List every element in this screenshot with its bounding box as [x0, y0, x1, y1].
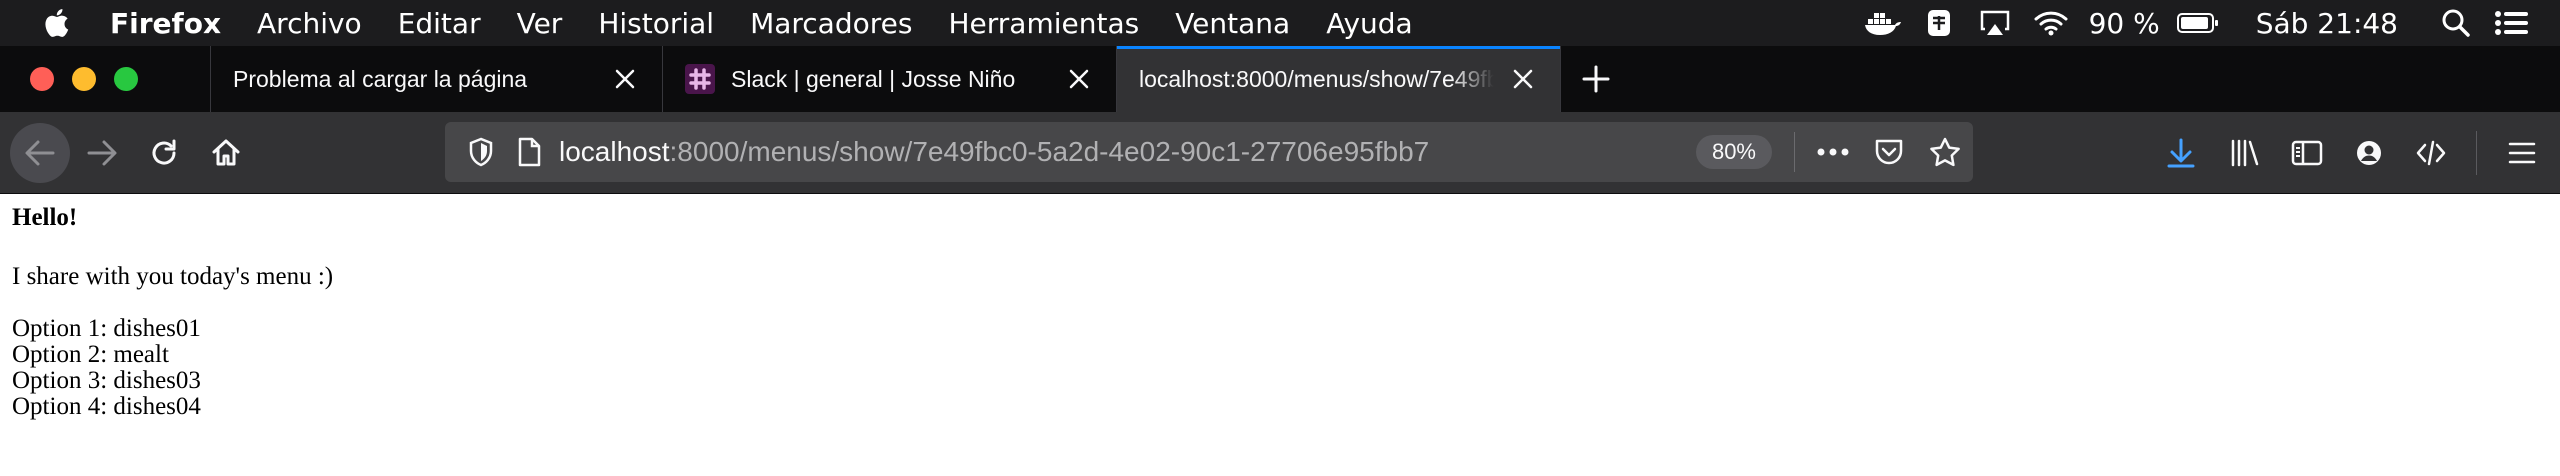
new-tab-button[interactable]	[1560, 46, 1630, 112]
close-tab-icon[interactable]	[1508, 64, 1538, 94]
spotlight-search-icon[interactable]	[2428, 0, 2484, 46]
menu-option: Option 2: mealt	[12, 341, 169, 368]
menu-option: Option 4: dishes04	[12, 393, 201, 420]
fullscreen-window-button[interactable]	[114, 67, 138, 91]
home-icon[interactable]	[196, 123, 256, 183]
toolbar-divider	[2476, 131, 2477, 175]
reload-icon[interactable]	[134, 123, 194, 183]
battery-icon[interactable]	[2170, 0, 2226, 46]
menu-archivo[interactable]: Archivo	[239, 7, 380, 40]
back-button[interactable]	[10, 122, 70, 183]
airplay-icon[interactable]	[1967, 0, 2023, 46]
menu-ventana[interactable]: Ventana	[1157, 7, 1308, 40]
tab-strip: Problema al cargar la página Slack | gen…	[0, 46, 2560, 112]
library-icon[interactable]	[2214, 123, 2276, 183]
bookmark-star-icon[interactable]	[1917, 122, 1973, 182]
hamburger-menu-icon[interactable]	[2491, 123, 2553, 183]
navigation-toolbar: localhost:8000/menus/show/7e49fbc0-5a2d-…	[0, 112, 2560, 194]
window-controls	[0, 46, 210, 112]
keyboard-input-icon[interactable]	[1911, 0, 1967, 46]
page-actions-menu-icon[interactable]	[1805, 122, 1861, 182]
wifi-icon[interactable]	[2023, 0, 2079, 46]
menu-marcadores[interactable]: Marcadores	[732, 7, 930, 40]
apple-icon[interactable]	[28, 0, 84, 46]
tab-label: Problema al cargar la página	[233, 65, 528, 92]
downloads-icon[interactable]	[2150, 123, 2212, 183]
tab-slack-general[interactable]: Slack | general | Josse Niño	[662, 46, 1116, 112]
tab-localhost-menu[interactable]: localhost:8000/menus/show/7e49fbc0-5a2d-…	[1116, 46, 1560, 112]
page-info-icon[interactable]	[505, 122, 553, 182]
tab-problema-al-cargar[interactable]: Problema al cargar la página	[210, 46, 662, 112]
close-window-button[interactable]	[30, 67, 54, 91]
clock[interactable]: Sáb 21:48	[2226, 7, 2428, 40]
minimize-window-button[interactable]	[72, 67, 96, 91]
slack-icon	[685, 64, 715, 94]
menu-options-list: Option 1: dishes01 Option 2: mealt Optio…	[12, 316, 2548, 420]
zoom-level-badge[interactable]: 80%	[1695, 135, 1772, 169]
account-icon[interactable]	[2338, 123, 2400, 183]
greeting-heading: Hello!	[12, 204, 78, 231]
pocket-icon[interactable]	[1861, 122, 1917, 182]
url-bar[interactable]: localhost:8000/menus/show/7e49fbc0-5a2d-…	[445, 122, 1973, 182]
url-text[interactable]: localhost:8000/menus/show/7e49fbc0-5a2d-…	[559, 136, 1696, 168]
menu-app-firefox[interactable]: Firefox	[84, 7, 239, 40]
intro-text: I share with you today's menu :)	[12, 263, 334, 290]
close-tab-icon[interactable]	[1064, 64, 1094, 94]
battery-percentage: 90 %	[2088, 6, 2160, 40]
tab-label: Slack | general | Josse Niño	[731, 65, 1016, 92]
macos-menu-bar: Firefox Archivo Editar Ver Historial Mar…	[0, 0, 2560, 46]
menu-option: Option 3: dishes03	[12, 367, 201, 394]
url-path: :8000/menus/show/7e49fbc0-5a2d-4e02-90c1…	[669, 136, 1430, 167]
menu-ayuda[interactable]: Ayuda	[1308, 7, 1431, 40]
menu-historial[interactable]: Historial	[580, 7, 732, 40]
menu-ver[interactable]: Ver	[499, 7, 581, 40]
sidebar-toggle-icon[interactable]	[2276, 123, 2338, 183]
menu-herramientas[interactable]: Herramientas	[930, 7, 1157, 40]
close-tab-icon[interactable]	[610, 64, 640, 94]
url-host: localhost	[559, 136, 670, 167]
toolbar-right-group	[2150, 123, 2553, 183]
tab-label: localhost:8000/menus/show/7e49fbc0-5a2d-…	[1139, 65, 1494, 92]
developer-tools-icon[interactable]	[2400, 123, 2462, 183]
menu-editar[interactable]: Editar	[380, 7, 499, 40]
notification-center-icon[interactable]	[2484, 0, 2540, 46]
docker-icon[interactable]	[1855, 0, 1911, 46]
url-bar-divider	[1794, 132, 1795, 172]
tracking-protection-shield-icon[interactable]	[457, 122, 505, 182]
forward-button[interactable]	[72, 123, 132, 183]
menu-option: Option 1: dishes01	[12, 315, 201, 342]
page-content: Hello! I share with you today's menu :) …	[0, 195, 2560, 476]
